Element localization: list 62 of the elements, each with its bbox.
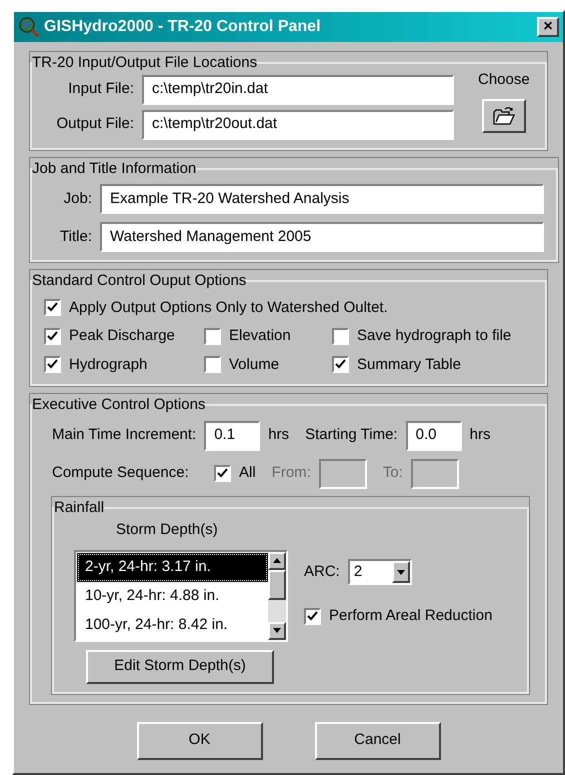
window-title: GISHydro2000 - TR-20 Control Panel (44, 17, 322, 37)
checkbox-label: Elevation (229, 326, 291, 346)
open-folder-button[interactable] (482, 99, 526, 134)
input-field[interactable] (410, 458, 459, 488)
checkbox[interactable] (332, 328, 349, 345)
checkbox[interactable] (332, 356, 349, 374)
checkbox-label: Summary Table (357, 354, 461, 374)
arc-dropdown[interactable]: 2 (348, 559, 412, 585)
input-field[interactable]: 0.1 (204, 420, 260, 450)
group-title: Standard Control Ouput Options (32, 271, 246, 291)
checkbox[interactable] (44, 299, 61, 316)
dialog-button[interactable]: OK (136, 722, 262, 760)
unit-label: hrs (470, 425, 490, 446)
checkbox-label: Volume (229, 354, 280, 374)
checkbox[interactable] (44, 328, 61, 345)
field-label: Output File: (55, 114, 134, 134)
list-item[interactable]: 100-yr, 24-hr: 8.42 in. (77, 610, 268, 640)
field-label: From: (272, 463, 311, 484)
checkbox-label: Save hydrograph to file (357, 326, 512, 346)
list-item[interactable]: 10-yr, 24-hr: 4.88 in. (77, 582, 268, 610)
checkbox[interactable] (304, 608, 321, 625)
unit-label: hrs (268, 425, 290, 446)
input-field[interactable]: Watershed Management 2005 (100, 222, 544, 252)
field-label: Title: (59, 226, 92, 247)
checkbox[interactable] (204, 356, 221, 374)
edit-storm-depths-button[interactable]: Edit Storm Depth(s) (86, 650, 274, 684)
group-title: Executive Control Options (32, 395, 206, 415)
globe-magnifier-icon (18, 16, 40, 38)
checkbox-label: All (239, 463, 256, 484)
checkbox[interactable] (204, 328, 221, 345)
field-label: To: (382, 463, 403, 484)
choose-label: Choose (478, 70, 530, 90)
open-folder-icon (492, 106, 516, 126)
input-field[interactable]: Example TR-20 Watershed Analysis (100, 184, 544, 214)
group-title: Rainfall (54, 498, 104, 518)
input-field[interactable]: c:\temp\tr20out.dat (142, 110, 454, 140)
list-item[interactable]: 2-yr, 24-hr: 3.17 in. (77, 552, 268, 582)
field-label: Starting Time: (305, 425, 398, 446)
checkbox-label: Perform Areal Reduction (329, 606, 492, 626)
dropdown-value: 2 (352, 562, 364, 582)
field-label: Job: (62, 188, 92, 209)
checkbox-label: Apply Output Options Only to Watershed Oultet. (69, 298, 388, 318)
close-button[interactable]: × (537, 17, 559, 37)
group-title: TR-20 Input/Output File Locations (32, 53, 258, 73)
field-label: ARC: (304, 562, 340, 582)
input-field[interactable] (318, 458, 367, 488)
scrollbar[interactable] (268, 552, 286, 640)
checkbox-label: Peak Discharge (69, 326, 175, 346)
field-label: Compute Sequence: (52, 463, 190, 484)
checkbox[interactable] (44, 356, 61, 374)
dialog-button[interactable]: Cancel (314, 722, 440, 760)
caret-icon (396, 570, 405, 574)
field-label: Main Time Increment: (52, 425, 196, 446)
up-arrow-icon (273, 558, 281, 563)
field-label: Input File: (67, 79, 134, 100)
checkbox[interactable] (214, 465, 231, 482)
down-arrow-icon (273, 628, 281, 633)
checkbox-label: Hydrograph (69, 354, 148, 374)
group-title: Job and Title Information (32, 158, 196, 178)
input-field[interactable]: 0.0 (406, 420, 462, 450)
input-field[interactable]: c:\temp\tr20in.dat (142, 74, 454, 104)
list-label: Storm Depth(s) (116, 520, 219, 540)
